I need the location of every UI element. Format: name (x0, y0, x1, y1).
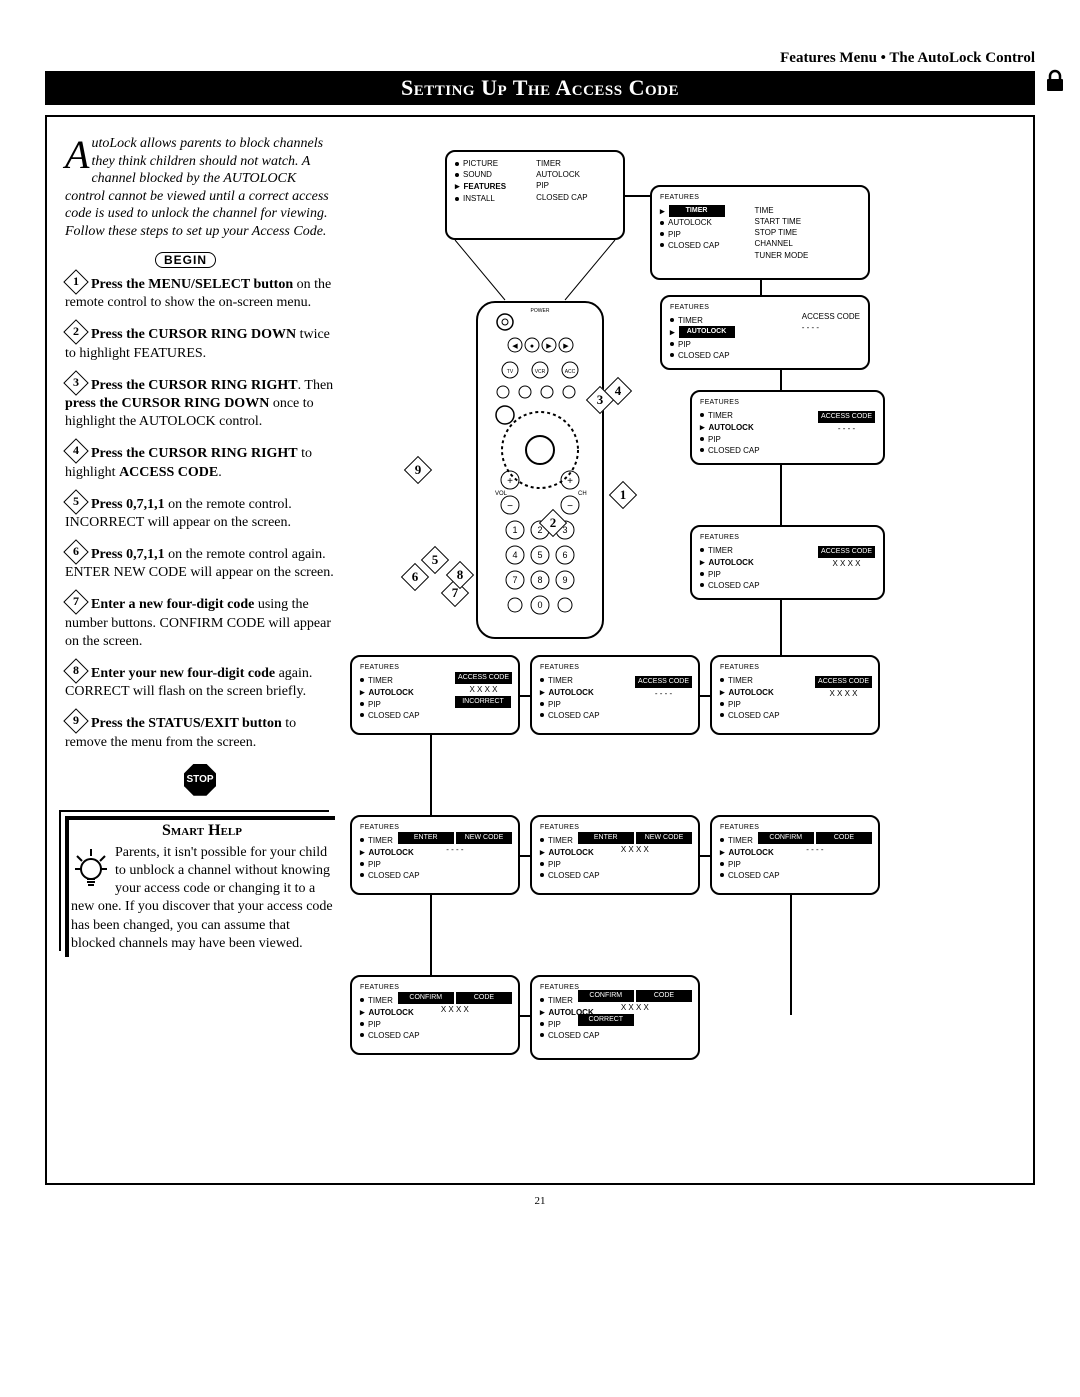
step-number-icon: 6 (65, 544, 87, 560)
svg-text:−: − (507, 501, 513, 512)
svg-text:CH: CH (578, 491, 587, 497)
step-3: 3Press the CURSOR RING RIGHT. Then press… (65, 375, 335, 432)
svg-text:ACC: ACC (565, 369, 576, 375)
step-9: 9Press the STATUS/EXIT button to remove … (65, 713, 335, 751)
svg-text:+: + (507, 476, 513, 487)
marker-2: 2 (543, 513, 563, 533)
diagram-column: PICTURE SOUND ▸FEATURES INSTALL TIMER AU… (350, 135, 1013, 1165)
svg-text:▶: ▶ (546, 343, 552, 350)
marker-5: 5 (425, 550, 445, 570)
marker-6: 6 (405, 567, 425, 587)
page-title: Setting Up The Access Code (45, 71, 1035, 105)
page-number: 21 (45, 1195, 1035, 1207)
svg-text:−: − (567, 501, 573, 512)
menu-access-xxxx: FEATURES TIMER ▸AUTOLOCK PIP CLOSED CAP … (690, 525, 885, 600)
svg-text:0: 0 (537, 600, 542, 610)
menu-confirm-xxxx: FEATURES TIMER ▸AUTOLOCK PIP CLOSED CAP … (350, 975, 520, 1055)
svg-text:◀: ◀ (512, 343, 518, 350)
menu-autolock: FEATURES TIMER ▸AUTOLOCK PIP CLOSED CAP … (660, 295, 870, 370)
title-text: Setting Up The Access Code (401, 75, 679, 100)
svg-text:+: + (567, 476, 573, 487)
menu-incorrect: FEATURES TIMER ▸AUTOLOCK PIP CLOSED CAP … (350, 655, 520, 735)
step-number-icon: 5 (65, 494, 87, 510)
dropcap: A (65, 135, 91, 171)
smart-help-box: Smart Help Parents, it isn't possible fo… (65, 816, 335, 957)
marker-9: 9 (408, 460, 428, 480)
step-number-icon: 1 (65, 274, 87, 290)
remote-control-icon: ◀ ● ▶ ▶ TV VCR ACC + − + − VOL CH (475, 300, 605, 640)
svg-text:▶: ▶ (563, 343, 569, 350)
breadcrumb: Features Menu • The AutoLock Control (45, 50, 1035, 67)
content-frame: AutoLock allows parents to block channel… (45, 115, 1035, 1185)
smart-help-body: Parents, it isn't possible for your chil… (69, 844, 335, 957)
svg-text:POWER: POWER (531, 308, 550, 314)
svg-text:TV: TV (507, 369, 514, 375)
menu-timer: FEATURES ▸TIMER AUTOLOCK PIP CLOSED CAP … (650, 185, 870, 280)
step-2: 2Press the CURSOR RING DOWN twice to hig… (65, 324, 335, 362)
step-8: 8Enter your new four-digit code again. C… (65, 663, 335, 701)
marker-8: 8 (450, 565, 470, 585)
menu-enter-dashes: FEATURES TIMER ▸AUTOLOCK PIP CLOSED CAP … (350, 815, 520, 895)
svg-text:5: 5 (537, 550, 542, 560)
lock-icon (1045, 69, 1065, 93)
step-5: 5Press 0,7,1,1 on the remote control. IN… (65, 494, 335, 532)
step-number-icon: 7 (65, 594, 87, 610)
menu-enter-xxxx: FEATURES TIMER ▸AUTOLOCK PIP CLOSED CAP … (530, 815, 700, 895)
menu-main: PICTURE SOUND ▸FEATURES INSTALL TIMER AU… (445, 150, 625, 240)
step-number-icon: 2 (65, 324, 87, 340)
step-4: 4Press the CURSOR RING RIGHT to highligh… (65, 443, 335, 481)
stop-icon: STOP (184, 764, 216, 796)
step-number-icon: 8 (65, 663, 87, 679)
step-6: 6Press 0,7,1,1 on the remote control aga… (65, 544, 335, 582)
svg-text:8: 8 (537, 575, 542, 585)
instructions-column: AutoLock allows parents to block channel… (65, 135, 335, 1165)
projector-rays-icon (445, 235, 625, 305)
intro-text: AutoLock allows parents to block channel… (65, 135, 335, 240)
svg-text:4: 4 (512, 550, 517, 560)
begin-marker: BEGIN (155, 252, 216, 268)
step-7: 7Enter a new four-digit code using the n… (65, 594, 335, 651)
svg-text:VOL: VOL (495, 491, 508, 497)
menu-confirm-dashes: FEATURES TIMER ▸AUTOLOCK PIP CLOSED CAP … (710, 815, 880, 895)
svg-text:1: 1 (512, 525, 517, 535)
svg-text:7: 7 (512, 575, 517, 585)
svg-text:6: 6 (562, 550, 567, 560)
svg-text:9: 9 (562, 575, 567, 585)
menu-correct: FEATURES TIMER ▸AUTOLOCK PIP CLOSED CAP … (530, 975, 700, 1060)
svg-text:VCR: VCR (535, 369, 546, 375)
step-number-icon: 3 (65, 375, 87, 391)
svg-text:●: ● (530, 343, 534, 350)
lightbulb-icon (71, 844, 111, 894)
menu-access-dashes-b: FEATURES TIMER ▸AUTOLOCK PIP CLOSED CAP … (530, 655, 700, 735)
marker-4: 4 (608, 381, 628, 401)
step-number-icon: 9 (65, 713, 87, 729)
menu-access-dashes: FEATURES TIMER ▸AUTOLOCK PIP CLOSED CAP … (690, 390, 885, 465)
smart-help-title: Smart Help (69, 820, 335, 844)
marker-1: 1 (613, 485, 633, 505)
step-1: 1Press the MENU/SELECT button on the rem… (65, 274, 335, 312)
menu-access-xxxx-b: FEATURES TIMER ▸AUTOLOCK PIP CLOSED CAP … (710, 655, 880, 735)
step-number-icon: 4 (65, 443, 87, 459)
